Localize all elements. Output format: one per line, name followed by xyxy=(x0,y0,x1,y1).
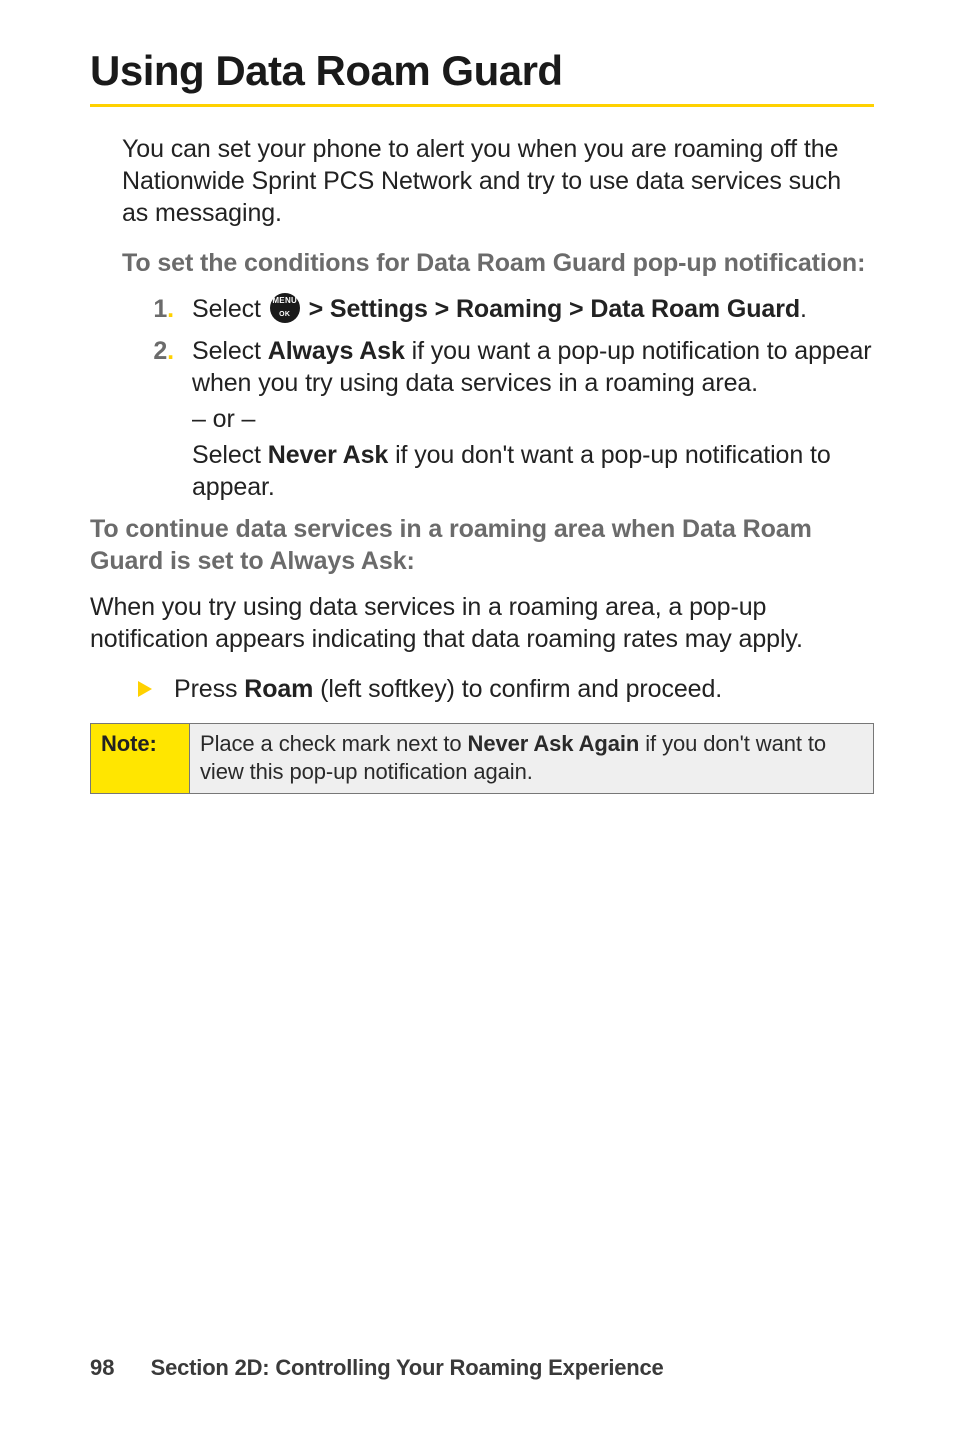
popup-paragraph: When you try using data services in a ro… xyxy=(90,591,874,655)
press-roam-line: Press Roam (left softkey) to confirm and… xyxy=(122,673,874,705)
roam-label: Roam xyxy=(244,675,313,703)
page: Using Data Roam Guard You can set your p… xyxy=(0,0,954,1431)
never-ask-again-label: Never Ask Again xyxy=(468,731,640,756)
footer: 98 Section 2D: Controlling Your Roaming … xyxy=(90,1355,664,1381)
triangle-bullet xyxy=(122,673,174,705)
press-roam-text: Press Roam (left softkey) to confirm and… xyxy=(174,673,722,705)
note-label: Note: xyxy=(91,724,190,794)
never-ask-label: Never Ask xyxy=(268,441,388,469)
intro-paragraph: You can set your phone to alert you when… xyxy=(122,133,874,229)
body: You can set your phone to alert you when… xyxy=(90,133,874,794)
menu-ok-icon xyxy=(270,293,300,323)
page-number: 98 xyxy=(90,1355,114,1380)
title-underline xyxy=(90,104,874,107)
or-separator: – or – xyxy=(192,403,874,435)
note-box: Note: Place a check mark next to Never A… xyxy=(90,723,874,794)
note-body: Place a check mark next to Never Ask Aga… xyxy=(190,724,874,794)
step-2: 2. Select Always Ask if you want a pop-u… xyxy=(122,335,874,503)
menu-path: > Settings > Roaming > Data Roam Guard xyxy=(302,295,800,323)
subhead-set-conditions: To set the conditions for Data Roam Guar… xyxy=(122,247,874,279)
steps-list: 1. Select > Settings > Roaming > Data Ro… xyxy=(122,293,874,503)
always-ask-label: Always Ask xyxy=(268,337,405,365)
step-1-number: 1. xyxy=(122,293,192,325)
subhead-continue: To continue data services in a roaming a… xyxy=(90,513,874,577)
section-label: Section 2D: Controlling Your Roaming Exp… xyxy=(151,1355,664,1380)
step-1: 1. Select > Settings > Roaming > Data Ro… xyxy=(122,293,874,325)
step-2-text: Select Always Ask if you want a pop-up n… xyxy=(192,335,874,503)
page-title: Using Data Roam Guard xyxy=(90,48,874,94)
step-1-text: Select > Settings > Roaming > Data Roam … xyxy=(192,293,874,325)
step-2-number: 2. xyxy=(122,335,192,503)
triangle-icon xyxy=(138,681,152,697)
